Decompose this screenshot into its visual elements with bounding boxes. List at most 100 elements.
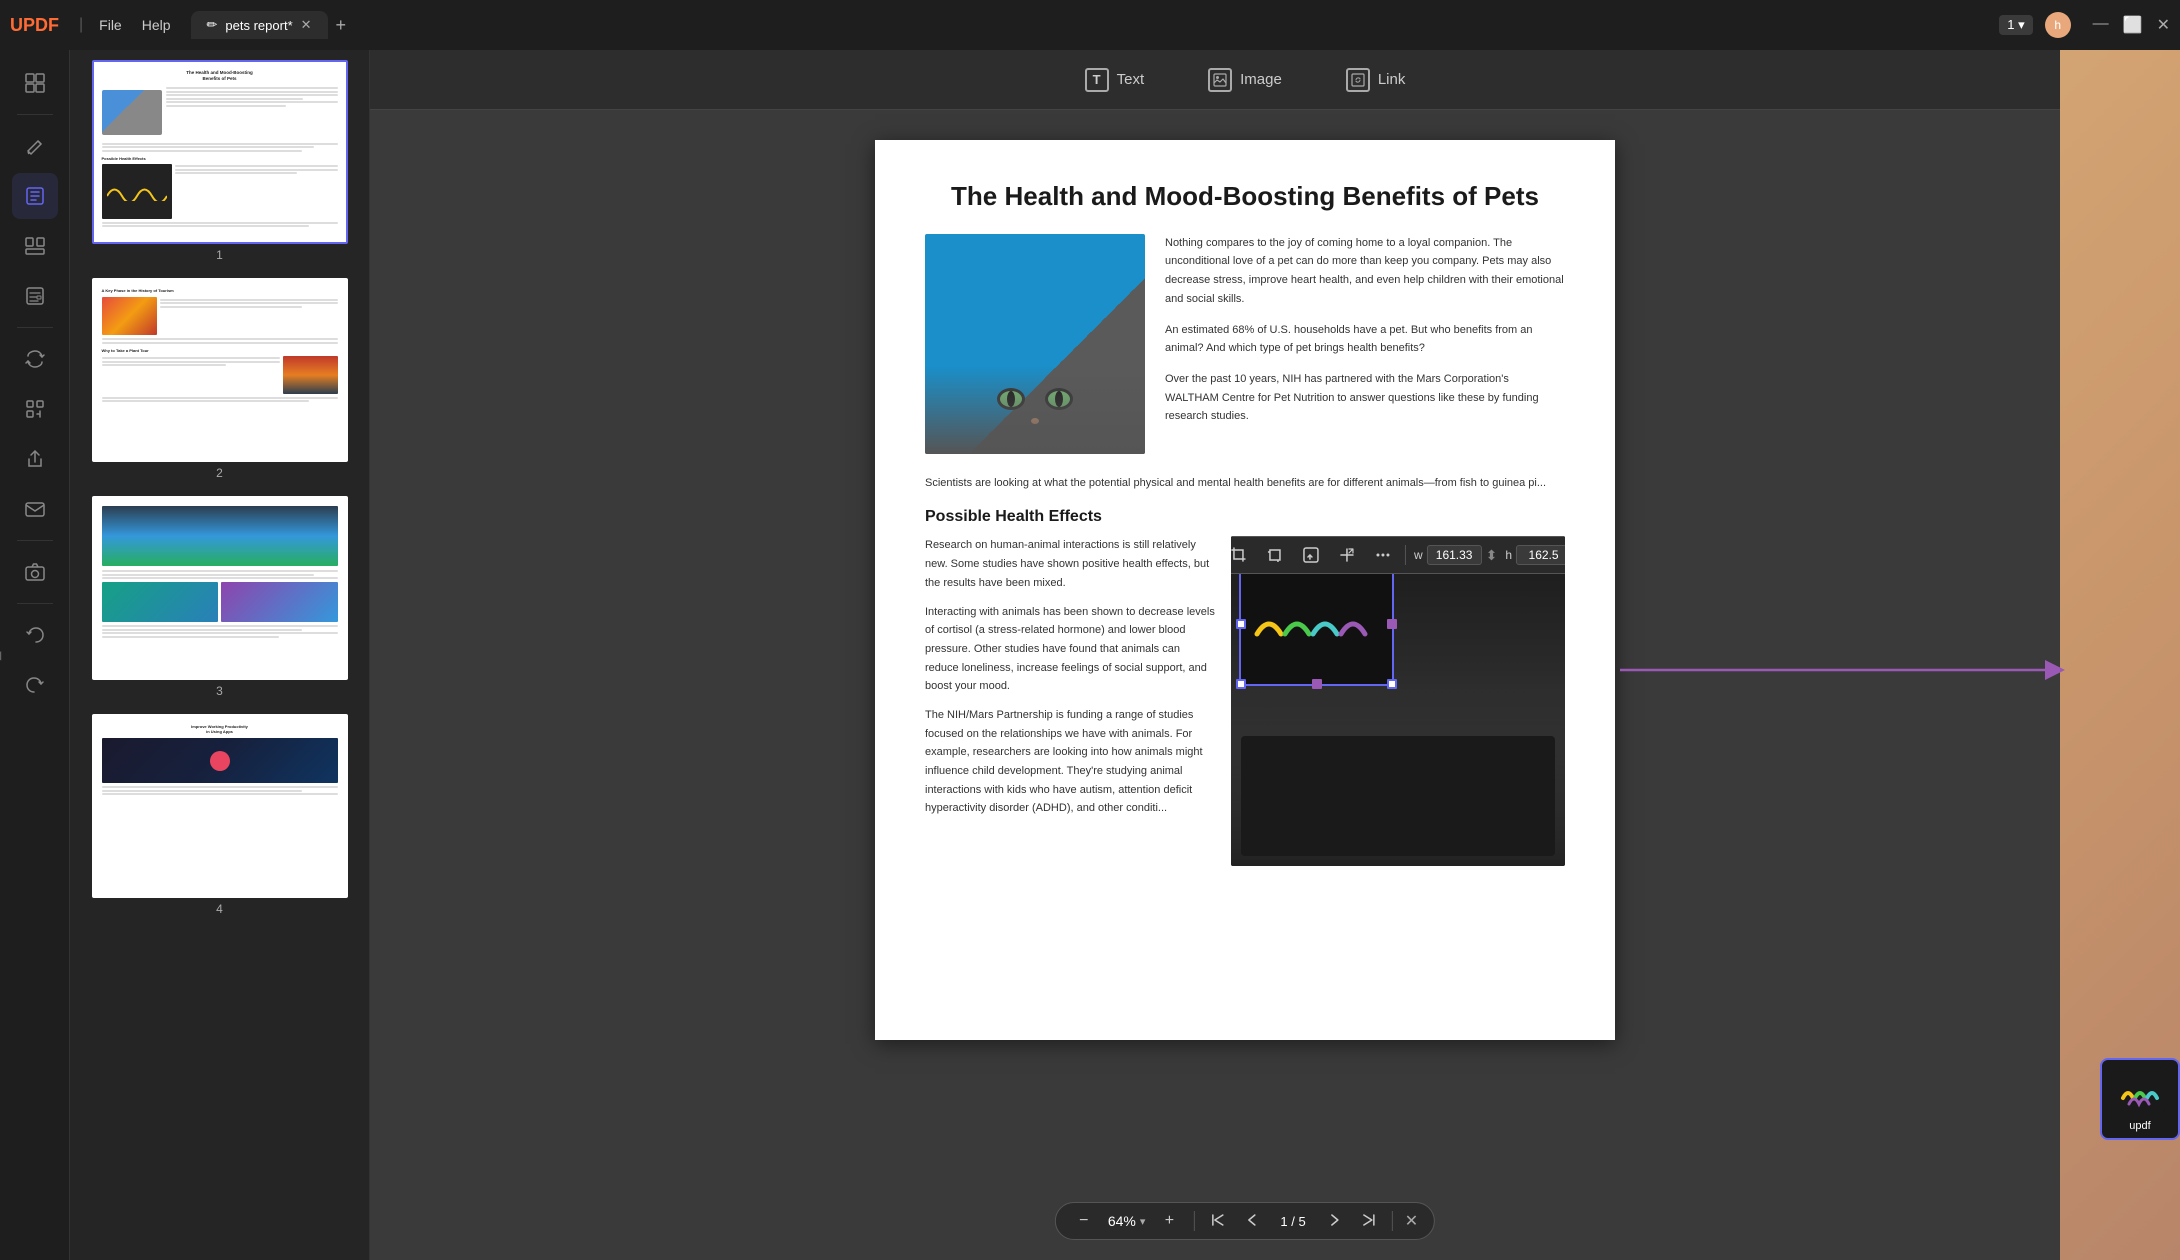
thumbnail-page-4[interactable]: Improve Working Productivityin Using App…: [80, 714, 359, 916]
replace-button[interactable]: [1297, 541, 1325, 569]
health-para-1: Research on human-animal interactions is…: [925, 536, 1215, 592]
menu-help[interactable]: Help: [142, 17, 171, 33]
more-options-button[interactable]: [1369, 541, 1397, 569]
tool-share[interactable]: [12, 436, 58, 482]
nav-prev-button[interactable]: [1240, 1211, 1262, 1232]
zoom-dropdown-button[interactable]: ▾: [1140, 1215, 1146, 1228]
main-layout: ◀: [0, 50, 2180, 1260]
image-tool-label: Image: [1240, 71, 1282, 88]
close-button[interactable]: ✕: [2157, 15, 2170, 35]
image-tool-button[interactable]: Image: [1196, 62, 1294, 98]
thumb-content-1: The Health and Mood-BoostingBenefits of …: [94, 62, 346, 242]
intro-para-3: Over the past 10 years, NIH has partnere…: [1165, 370, 1565, 426]
edit-toolbar: T Text Image: [370, 50, 2120, 110]
close-tab-button[interactable]: ✕: [301, 17, 312, 33]
pdf-preview-text: Scientists are looking at what the poten…: [925, 474, 1565, 493]
sel-handle-bl: [1236, 679, 1246, 689]
sel-handle-mr: [1387, 619, 1397, 629]
text-tool-button[interactable]: T Text: [1073, 62, 1157, 98]
thumb-content-4: Improve Working Productivityin Using App…: [94, 716, 346, 896]
thumbnail-page-3[interactable]: 3: [80, 496, 359, 698]
height-input-group: h: [1505, 545, 1565, 565]
menu-file[interactable]: File: [99, 17, 122, 33]
maximize-button[interactable]: ⬜: [2123, 15, 2143, 35]
zoom-in-button[interactable]: +: [1157, 1209, 1181, 1233]
tool-camera[interactable]: [12, 549, 58, 595]
nav-first-button[interactable]: [1206, 1211, 1228, 1232]
thumbnail-frame-2: A Key Phase in the History of Tourism Wh…: [92, 278, 348, 462]
thumb-content-3: [94, 498, 346, 678]
width-stepper[interactable]: ⬍: [1486, 547, 1498, 564]
link-tool-icon: [1346, 68, 1370, 92]
pdf-title: The Health and Mood-Boosting Benefits of…: [925, 180, 1565, 214]
tool-annotate[interactable]: [12, 123, 58, 169]
updf-desktop-icon[interactable]: updf: [2100, 1058, 2180, 1140]
resize-button[interactable]: [1333, 541, 1361, 569]
tool-convert[interactable]: [12, 336, 58, 382]
left-toolbar: ◀: [0, 50, 70, 1260]
health-para-3: The NIH/Mars Partnership is funding a ra…: [925, 706, 1215, 818]
add-tab-button[interactable]: +: [336, 15, 347, 36]
menu-bar: File Help: [99, 17, 170, 33]
thumbnail-page-1[interactable]: The Health and Mood-BoostingBenefits of …: [80, 60, 359, 262]
pdf-intro-text: Nothing compares to the joy of coming ho…: [1165, 234, 1565, 454]
text-tool-icon: T: [1085, 68, 1109, 92]
pdf-cat-image: [925, 234, 1145, 454]
tab-icon: ✏: [207, 17, 218, 33]
active-tab[interactable]: ✏ pets report* ✕: [191, 11, 328, 39]
tool-email[interactable]: [12, 486, 58, 532]
height-input[interactable]: [1516, 545, 1565, 565]
thumb-pagenum-2: 2: [216, 466, 223, 480]
height-label: h: [1505, 548, 1512, 562]
zoom-out-button[interactable]: −: [1072, 1209, 1096, 1233]
thumbnail-page-2[interactable]: A Key Phase in the History of Tourism Wh…: [80, 278, 359, 480]
thumb-pagenum-1: 1: [216, 248, 223, 262]
close-zoom-bar-button[interactable]: ✕: [1405, 1211, 1418, 1231]
thumbnail-frame-4: Improve Working Productivityin Using App…: [92, 714, 348, 898]
minimize-button[interactable]: —: [2093, 15, 2109, 35]
titlebar-right: 1 ▾ h — ⬜ ✕: [1999, 12, 2170, 38]
crop-alt-button[interactable]: [1231, 541, 1253, 569]
tool-forms[interactable]: [12, 273, 58, 319]
link-tool-label: Link: [1378, 71, 1406, 88]
crop-button[interactable]: [1261, 541, 1289, 569]
tool-undo[interactable]: [12, 612, 58, 658]
current-page: 1: [1280, 1214, 1287, 1229]
tool-edit-pdf[interactable]: [12, 173, 58, 219]
page-indicator: 1 / 5: [1274, 1214, 1311, 1229]
tool-redo[interactable]: [12, 662, 58, 708]
zoom-bar: − 64% ▾ +: [1055, 1202, 1435, 1240]
selected-image-overlay[interactable]: [1239, 561, 1394, 686]
zoom-value: 64%: [1108, 1213, 1136, 1229]
titlebar: UPDF | File Help ✏ pets report* ✕ + 1 ▾ …: [0, 0, 2180, 50]
width-input[interactable]: [1427, 545, 1482, 565]
pdf-health-section: Research on human-animal interactions is…: [925, 536, 1565, 866]
window-controls: — ⬜ ✕: [2093, 15, 2170, 35]
thumbnail-frame-1: The Health and Mood-BoostingBenefits of …: [92, 60, 348, 244]
tool-organize[interactable]: [12, 223, 58, 269]
nav-last-button[interactable]: [1358, 1211, 1380, 1232]
toolbar-divider-1: [17, 114, 53, 115]
link-tool-button[interactable]: Link: [1334, 62, 1418, 98]
page-num-display[interactable]: 1 ▾: [1999, 15, 2032, 35]
pdf-viewer[interactable]: The Health and Mood-Boosting Benefits of…: [370, 110, 2120, 1260]
pdf-section-title: Possible Health Effects: [925, 508, 1565, 526]
pdf-cats-image[interactable]: w ⬍ h: [1231, 536, 1565, 866]
thumb-pagenum-3: 3: [216, 684, 223, 698]
tool-recognize[interactable]: [12, 386, 58, 432]
text-tool-label: Text: [1117, 71, 1145, 88]
thumb-pagenum-4: 4: [216, 902, 223, 916]
sel-handle-ml: [1236, 619, 1246, 629]
tool-thumbnail-view[interactable]: [12, 60, 58, 106]
pdf-intro-section: Nothing compares to the joy of coming ho…: [925, 234, 1565, 454]
thumbnail-sidebar: The Health and Mood-BoostingBenefits of …: [70, 50, 370, 1260]
content-area: T Text Image: [370, 50, 2120, 1260]
zoom-percent-display: 64% ▾: [1108, 1213, 1146, 1229]
nav-next-button[interactable]: [1324, 1211, 1346, 1232]
thumbnail-frame-3: [92, 496, 348, 680]
user-avatar[interactable]: h: [2045, 12, 2071, 38]
intro-para-2: An estimated 68% of U.S. households have…: [1165, 321, 1565, 358]
collapse-arrow[interactable]: ◀: [0, 648, 1, 662]
page-separator: /: [1291, 1214, 1298, 1229]
toolbar-divider-2: [17, 327, 53, 328]
